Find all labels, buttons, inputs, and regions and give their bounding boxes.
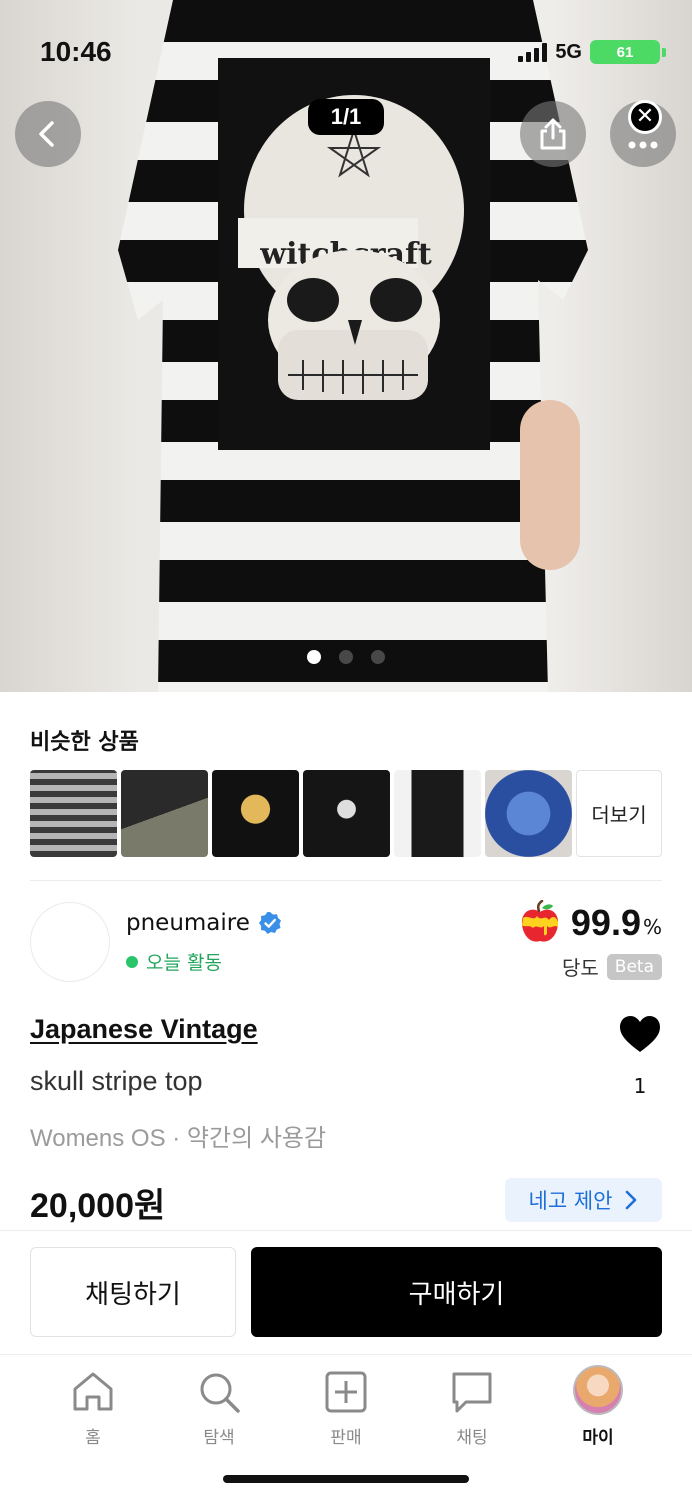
tab-label: 탐색 [203, 1428, 235, 1448]
more-dots-icon [628, 141, 658, 149]
page-indicator [0, 650, 692, 664]
brand-link[interactable]: Japanese Vintage [30, 1014, 258, 1045]
online-dot-icon [126, 955, 138, 968]
product-meta: Womens OS · 약간의 사용감 [30, 1125, 327, 1152]
similar-product-thumbnail[interactable] [303, 770, 390, 857]
share-button[interactable] [520, 101, 586, 167]
offer-label: 네고 제안 [528, 1189, 613, 1213]
similar-product-thumbnail[interactable] [30, 770, 117, 857]
seller-score[interactable]: 99.9 % [517, 900, 662, 946]
divider [0, 1230, 692, 1231]
battery-icon: 61 [590, 40, 666, 64]
apple-icon [521, 900, 558, 942]
product-title: skull stripe top [30, 1066, 203, 1096]
similar-product-thumbnail[interactable] [394, 770, 481, 857]
home-icon [73, 1372, 113, 1411]
tab-label: 판매 [330, 1428, 362, 1448]
activity-label: 오늘 활동 [146, 952, 222, 974]
seller-avatar[interactable] [30, 902, 110, 982]
arm [520, 400, 580, 570]
tab-chat[interactable]: 채팅 [422, 1369, 522, 1448]
avatar [573, 1365, 623, 1415]
heart-icon[interactable] [618, 1014, 662, 1054]
seller-name: pneumaire [126, 910, 250, 936]
like-count: 1 [633, 1074, 647, 1098]
buy-button[interactable]: 구매하기 [251, 1247, 662, 1337]
similar-product-thumbnail[interactable] [212, 770, 299, 857]
close-icon[interactable]: ✕ [628, 100, 662, 134]
share-icon [540, 118, 566, 150]
shirt-stripe [118, 560, 588, 602]
seller-name-row[interactable]: pneumaire [126, 910, 282, 936]
status-indicators: 5G 61 [518, 40, 666, 64]
divider [30, 880, 662, 881]
home-indicator [223, 1475, 469, 1483]
similar-product-thumbnail[interactable] [121, 770, 208, 857]
signal-icon [518, 42, 548, 62]
tab-home[interactable]: 홈 [43, 1369, 143, 1448]
similar-products-title: 비슷한 상품 [30, 730, 139, 755]
similar-product-thumbnail[interactable] [485, 770, 572, 857]
sweetness-row: 당도 Beta [562, 952, 662, 981]
chevron-left-icon [39, 121, 54, 147]
chat-bubble-icon [452, 1372, 492, 1413]
sweetness-label: 당도 [561, 956, 599, 980]
network-type: 5G [555, 40, 582, 63]
chat-button[interactable]: 채팅하기 [30, 1247, 236, 1337]
tab-my[interactable]: 마이 [548, 1365, 648, 1448]
tab-label: 채팅 [456, 1428, 488, 1448]
page-dot [371, 650, 385, 664]
price-offer-button[interactable]: 네고 제안 [505, 1178, 662, 1222]
page-dot [307, 650, 321, 664]
shirt-stripe [118, 0, 588, 42]
page-dot [339, 650, 353, 664]
chevron-right-icon [626, 1190, 637, 1210]
shirt-stripe [118, 480, 588, 522]
product-price: 20,000원 [30, 1187, 166, 1225]
see-more-button[interactable]: 더보기 [576, 770, 662, 857]
similar-products-list [30, 770, 572, 857]
back-button[interactable] [15, 101, 81, 167]
score-unit: % [642, 915, 662, 939]
tab-label: 마이 [582, 1428, 614, 1448]
tab-search[interactable]: 탐색 [169, 1369, 269, 1448]
tab-label: 홈 [85, 1428, 101, 1448]
battery-level: 61 [590, 40, 660, 64]
search-icon [200, 1373, 240, 1413]
plus-square-icon [325, 1371, 367, 1413]
beta-badge: Beta [606, 953, 662, 980]
status-time: 10:46 [40, 36, 112, 67]
image-counter: 1/1 [308, 99, 384, 135]
tab-sell[interactable]: 판매 [296, 1369, 396, 1448]
verified-badge-icon [258, 912, 281, 934]
score-value: 99.9 [570, 902, 641, 943]
activity-status: 오늘 활동 [126, 948, 222, 975]
